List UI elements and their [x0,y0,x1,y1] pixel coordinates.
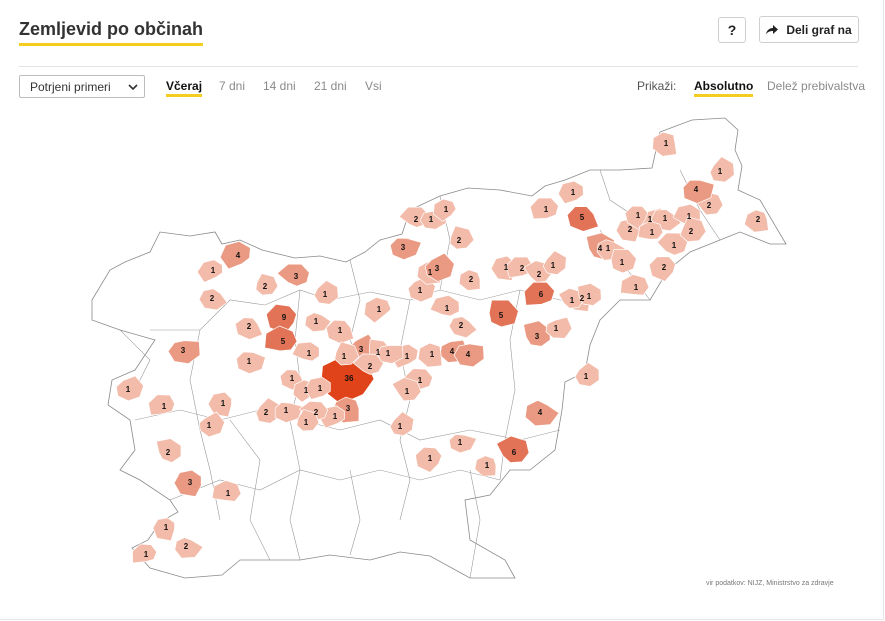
municipality-case-count: 2 [537,270,542,279]
municipality-case-count: 1 [663,214,668,223]
municipality-case-count: 1 [405,387,410,396]
municipality-case-count: 6 [539,290,544,299]
municipality-case-count: 1 [554,324,559,333]
municipality-case-count: 4 [450,347,455,356]
municipality-case-count: 2 [520,264,525,273]
municipality-case-count: 1 [398,422,403,431]
municipality-case-count: 3 [435,264,440,273]
municipality-case-count: 3 [181,346,186,355]
municipality-case-count: 1 [376,348,381,357]
municipality-case-count: 1 [428,268,433,277]
municipality-case-count: 4 [598,244,603,253]
municipality-case-count: 3 [188,478,193,487]
municipality-case-count: 1 [570,296,575,305]
municipality-case-count: 4 [694,185,699,194]
municipality-case-count: 1 [429,215,434,224]
municipality-case-count: 5 [580,213,585,222]
municipality-case-count: 36 [345,374,354,383]
municipality-case-count: 1 [221,399,226,408]
municipality-case-count: 1 [284,406,289,415]
municipality-case-count: 1 [672,241,677,250]
slovenia-municipality-map: 14221 5111 21421321 111 22132221431261 111 195… [91,117,787,579]
municipality-case-count: 2 [264,408,269,417]
municipality-case-count: 2 [210,294,215,303]
municipality-case-count: 1 [485,461,490,470]
municipality-case-count: 2 [247,322,252,331]
municipality-case-count: 1 [126,385,131,394]
municipality-case-count: 2 [469,275,474,284]
municipality-case-count: 1 [314,317,319,326]
municipality-case-count: 1 [307,349,312,358]
municipality-case-count: 2 [580,294,585,303]
municipality-case-count: 1 [207,421,212,430]
municipality-case-count: 1 [428,454,433,463]
municipality-case-count: 1 [211,266,216,275]
municipality-case-count: 1 [687,212,692,221]
municipality-case-count: 1 [636,211,641,220]
municipality-case-count: 4 [236,251,241,260]
municipality-case-count: 1 [386,349,391,358]
municipality-case-count: 1 [377,305,382,314]
municipality-case-count: 5 [499,311,504,320]
data-source: vir podatkov: NIJZ, Ministrstvo za zdrav… [706,580,834,587]
municipality-case-count: 1 [318,384,323,393]
municipality-case-count: 9 [282,313,287,322]
municipality-case-count: 1 [650,228,655,237]
municipality-case-count: 1 [571,188,576,197]
municipality-case-count: 1 [338,326,343,335]
municipality-case-count: 1 [405,352,410,361]
municipality-case-count: 1 [226,489,231,498]
municipality-case-count: 1 [323,290,328,299]
municipality-case-count: 5 [281,337,286,346]
municipality-case-count: 3 [359,345,364,354]
municipality-case-count: 6 [512,448,517,457]
municipality-case-count: 1 [584,372,589,381]
municipality-case-count: 1 [418,286,423,295]
municipality-case-count: 1 [304,386,309,395]
municipality-case-count: 4 [466,350,471,359]
municipality-case-count: 1 [444,205,449,214]
municipality-case-count: 1 [620,258,625,267]
municipality-case-count: 2 [414,215,419,224]
municipality-case-count: 1 [342,352,347,361]
municipality-shapes [91,117,787,579]
municipality-case-count: 1 [162,402,167,411]
municipality-case-count: 4 [538,408,543,417]
municipality-case-count: 2 [689,227,694,236]
municipality-case-count: 1 [144,550,149,559]
municipality-case-count: 1 [164,523,169,532]
municipality-case-count: 1 [648,215,653,224]
municipality-case-count: 1 [445,304,450,313]
municipality-case-count: 1 [247,357,252,366]
municipality-case-count: 2 [314,408,319,417]
municipality-case-count: 2 [459,321,464,330]
municipality-case-count: 1 [418,376,423,385]
municipality-case-count: 1 [504,263,509,272]
municipality-case-count: 3 [401,243,406,252]
municipality-case-count: 1 [458,438,463,447]
municipality-case-count: 1 [333,412,338,421]
municipality-case-count: 3 [346,404,351,413]
municipality-case-count: 2 [707,201,712,210]
municipality-case-count: 1 [430,350,435,359]
municipality-case-count: 3 [294,272,299,281]
municipality-case-count: 1 [664,139,669,148]
municipality-case-count: 3 [535,332,540,341]
municipality-case-count: 1 [304,418,309,427]
municipality-case-count: 2 [166,448,171,457]
municipality-case-count: 1 [718,167,723,176]
municipality-case-count: 1 [290,374,295,383]
municipality-case-count: 1 [551,261,556,270]
municipality-case-count: 2 [184,542,189,551]
municipality-case-count: 1 [544,205,549,214]
municipality-case-count: 2 [457,236,462,245]
municipality-case-count: 2 [368,362,373,371]
municipality-case-count: 1 [634,283,639,292]
municipality-case-count: 2 [662,263,667,272]
municipality-case-count: 1 [606,244,611,253]
municipality-case-count: 2 [628,225,633,234]
municipality-case-count: 2 [263,282,268,291]
municipality-case-count: 2 [756,215,761,224]
municipality-case-count: 1 [587,292,592,301]
